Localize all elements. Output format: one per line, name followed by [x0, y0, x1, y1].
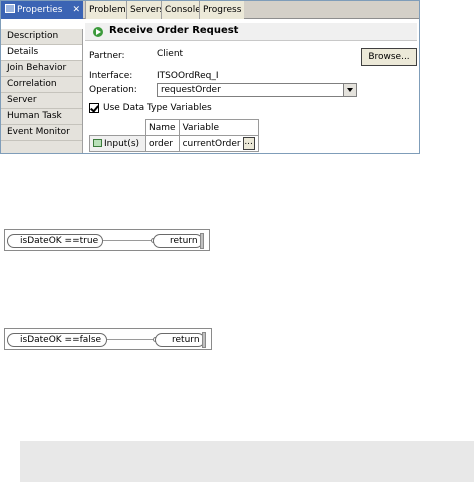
use-data-type-label: Use Data Type Variables	[103, 103, 212, 113]
sidebar-item-human-task[interactable]: Human Task	[1, 109, 82, 125]
flow-true-branch: isDateOK ==true return	[4, 229, 210, 251]
return-node[interactable]: return	[155, 333, 205, 347]
tab-progress[interactable]: Progress	[199, 1, 245, 19]
tab-properties[interactable]: Properties ✕	[1, 1, 83, 19]
operation-selected-value: requestOrder	[161, 85, 221, 95]
end-bar	[200, 233, 204, 249]
column-header-name: Name	[145, 119, 180, 136]
input-variable-value: currentOrder	[182, 139, 241, 149]
interface-label: Interface:	[89, 71, 133, 81]
chevron-down-icon[interactable]	[343, 84, 356, 96]
properties-view: Properties ✕ Problems Servers Console Pr…	[0, 0, 420, 154]
condition-label: isDateOK ==false	[20, 335, 102, 345]
use-data-type-checkbox[interactable]	[89, 103, 99, 113]
input-row-label: Input(s)	[104, 138, 140, 149]
details-title: Receive Order Request	[109, 25, 239, 36]
input-row-header: Input(s)	[89, 135, 146, 152]
details-header: Receive Order Request	[85, 23, 417, 41]
details-panel: Receive Order Request Partner: Client Br…	[85, 21, 419, 153]
operation-label: Operation:	[89, 85, 137, 95]
condition-node[interactable]: isDateOK ==false	[7, 333, 107, 347]
operation-select[interactable]: requestOrder	[157, 83, 357, 97]
sidebar-item-event-monitor[interactable]: Event Monitor	[1, 125, 82, 141]
grey-panel	[20, 441, 474, 482]
condition-label: isDateOK ==true	[20, 236, 99, 246]
sidebar-item-correlation[interactable]: Correlation	[1, 77, 82, 93]
flow-connector	[107, 339, 155, 340]
flow-connector	[103, 240, 153, 241]
input-icon	[93, 138, 102, 147]
tab-console[interactable]: Console	[161, 1, 204, 19]
return-node[interactable]: return	[153, 234, 203, 248]
flow-false-branch: isDateOK ==false return	[4, 328, 212, 350]
return-label: return	[170, 236, 198, 246]
properties-icon	[5, 4, 15, 13]
condition-node[interactable]: isDateOK ==true	[7, 234, 103, 248]
sidebar-item-details[interactable]: Details	[1, 45, 82, 61]
input-variable-cell[interactable]: currentOrder...	[178, 135, 259, 152]
column-header-variable: Variable	[178, 119, 259, 136]
properties-sidebar: Description Details Join Behavior Correl…	[1, 29, 83, 153]
browse-button[interactable]: Browse...	[361, 48, 417, 66]
view-tab-bar: Properties ✕ Problems Servers Console Pr…	[1, 1, 419, 19]
sidebar-item-description[interactable]: Description	[1, 29, 82, 45]
partner-value: Client	[157, 49, 184, 59]
interface-value: ITSOOrdReq_I	[157, 71, 219, 81]
sidebar-item-join-behavior[interactable]: Join Behavior	[1, 61, 82, 77]
variable-picker-button[interactable]: ...	[242, 137, 255, 150]
end-bar	[202, 332, 206, 348]
tab-properties-label: Properties	[17, 5, 63, 15]
io-variables-table: Name Variable Input(s) order currentOrde…	[89, 119, 259, 152]
sidebar-item-server[interactable]: Server	[1, 93, 82, 109]
partner-label: Partner:	[89, 51, 125, 61]
return-label: return	[172, 335, 200, 345]
receive-activity-icon	[93, 27, 103, 37]
table-row: Input(s) order currentOrder...	[89, 135, 259, 152]
close-icon[interactable]: ✕	[72, 1, 80, 19]
input-name-cell: order	[145, 135, 180, 152]
